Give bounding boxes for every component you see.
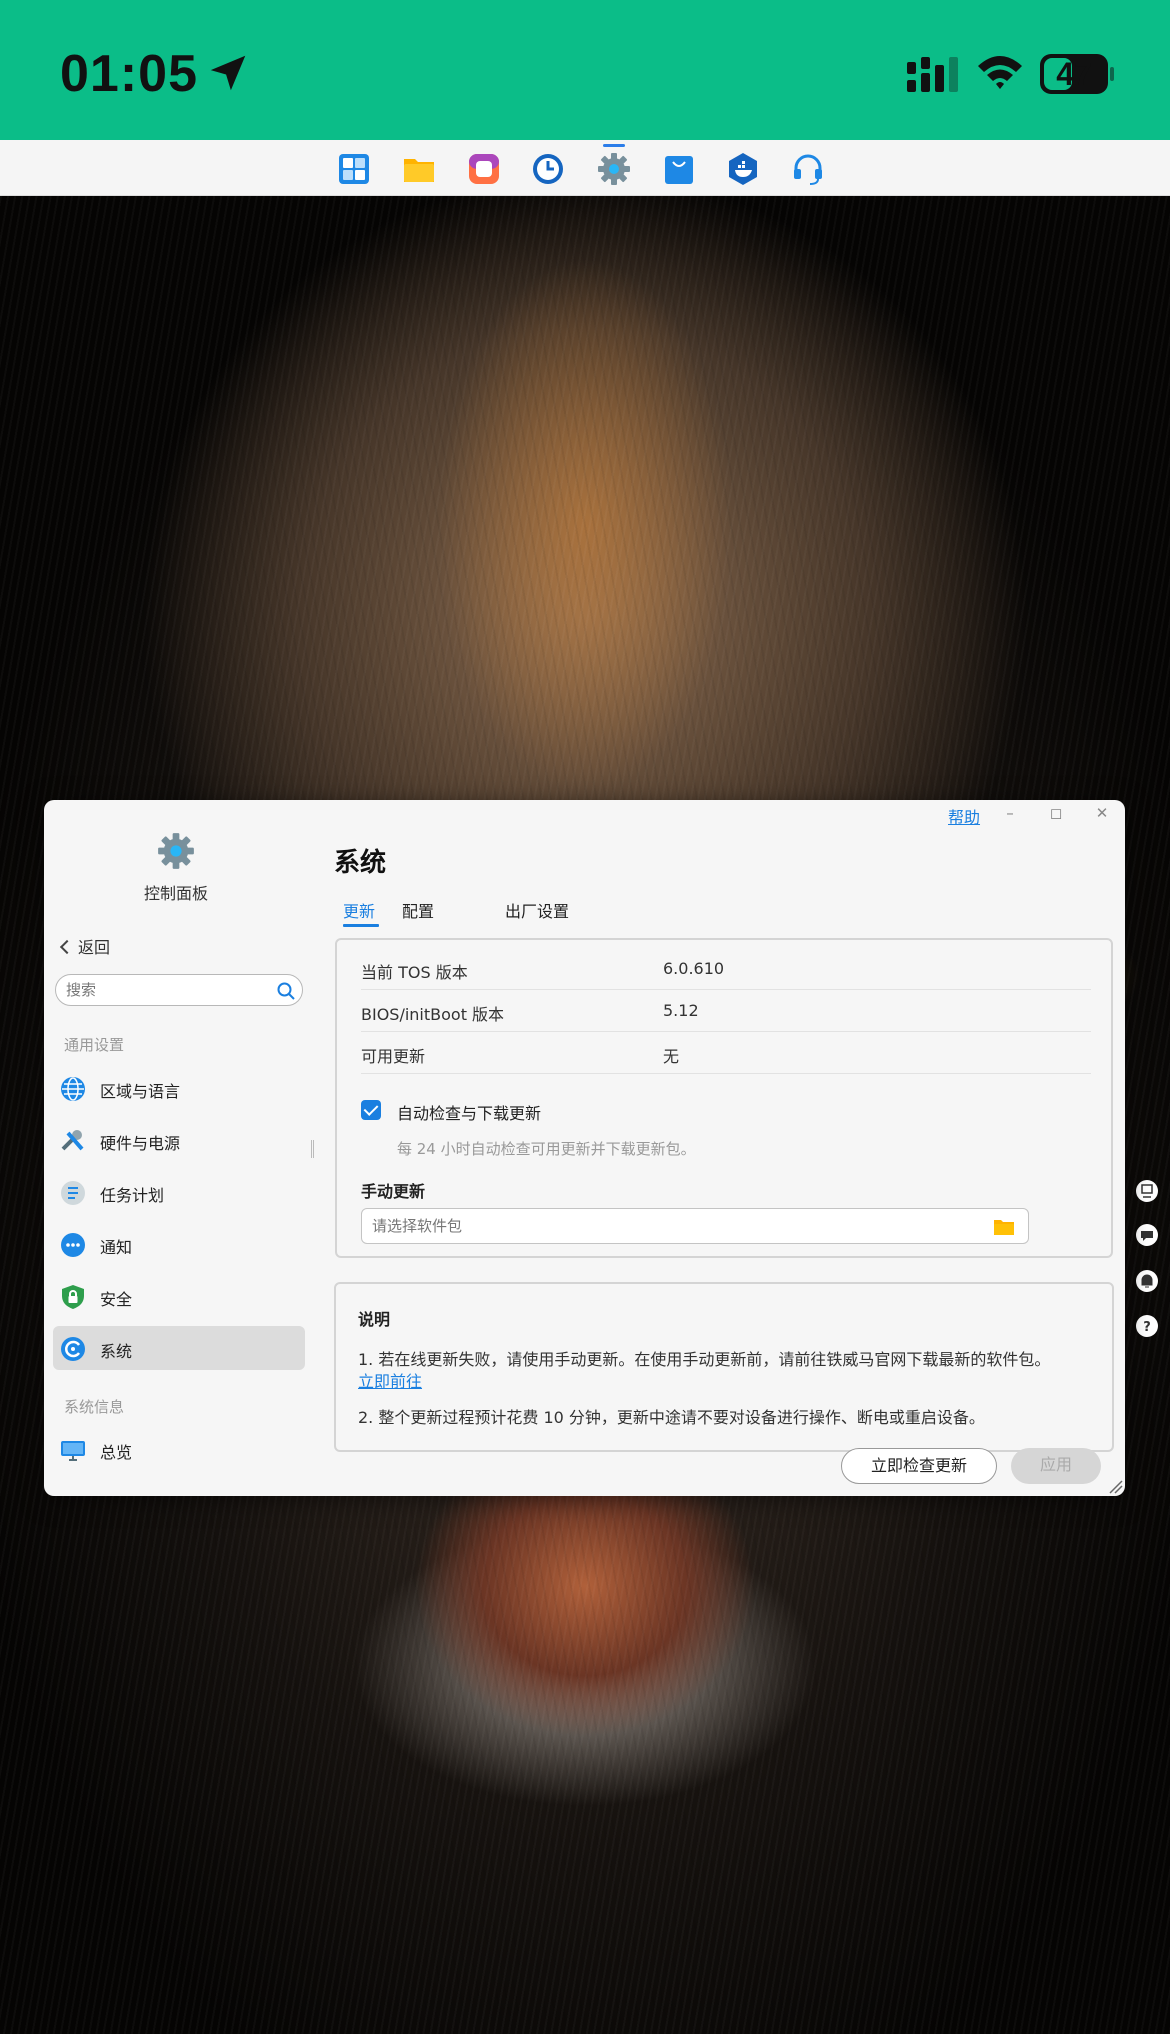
info-row-bios-version: BIOS/initBoot 版本 5.12 — [361, 990, 1091, 1032]
package-input[interactable] — [372, 1215, 972, 1237]
control-panel-window: 帮助 – ◻ ✕ 控制面板 返回 通用设置 区域与语言 硬件与电源 — [44, 800, 1125, 1496]
sidebar-item-system[interactable]: 系统 — [53, 1326, 305, 1370]
sidebar-item-hardware-power[interactable]: 硬件与电源 — [53, 1118, 305, 1162]
battery-level: 47 — [1056, 56, 1092, 92]
active-tab-indicator — [343, 924, 379, 927]
info-row-available-update: 可用更新 无 — [361, 1032, 1091, 1074]
note-line-2: 2. 整个更新过程预计花费 10 分钟，更新中途请不要对设备进行操作、断电或重启… — [358, 1408, 985, 1427]
sidebar-item-security[interactable]: 安全 — [53, 1274, 305, 1318]
cellular-signal-icon — [907, 57, 958, 92]
chevron-left-icon — [59, 939, 75, 955]
sidebar: 控制面板 返回 通用设置 区域与语言 硬件与电源 任务计划 通知 安全 — [44, 800, 305, 1496]
main-content: 系统 更新 配置 出厂设置 当前 TOS 版本 6.0.610 BIOS/ini… — [334, 800, 1125, 1496]
tools-icon — [61, 1130, 84, 1151]
check-update-button[interactable]: 立即检查更新 — [841, 1448, 997, 1484]
message-icon[interactable] — [1134, 1222, 1160, 1248]
location-arrow-icon — [210, 55, 246, 91]
status-time: 01:05 — [60, 45, 198, 103]
section-system-info: 系统信息 — [64, 1398, 125, 1416]
sidebar-title: 控制面板 — [143, 884, 208, 903]
control-panel-gear-icon — [158, 833, 194, 869]
docker-icon[interactable] — [726, 152, 760, 186]
battery-icon: 47 — [1040, 54, 1114, 94]
sidebar-item-label: 通知 — [100, 1238, 133, 1257]
search-box[interactable] — [55, 974, 303, 1006]
bell-icon[interactable] — [1134, 1268, 1160, 1294]
info-key: 当前 TOS 版本 — [361, 963, 468, 982]
go-now-link[interactable]: 立即前往 — [358, 1368, 422, 1392]
system-update-icon — [61, 1337, 85, 1361]
manual-update-label: 手动更新 — [361, 1182, 426, 1201]
control-panel-gear-icon[interactable] — [597, 152, 631, 186]
notes-panel: 说明 1. 若在线更新失败，请使用手动更新。在使用手动更新前，请前往铁威马官网下… — [334, 1282, 1114, 1452]
sidebar-item-notifications[interactable]: 通知 — [53, 1222, 305, 1266]
info-key: BIOS/initBoot 版本 — [361, 1005, 505, 1024]
sidebar-resize-handle[interactable] — [311, 1140, 314, 1158]
auto-update-label[interactable]: 自动检查与下载更新 — [397, 1100, 541, 1124]
status-bar: 01:05 47 — [0, 0, 1170, 140]
sidebar-item-label: 系统 — [100, 1342, 133, 1361]
sidebar-item-overview[interactable]: 总览 — [53, 1427, 305, 1471]
sidebar-item-task-schedule[interactable]: 任务计划 — [53, 1170, 305, 1214]
page-title: 系统 — [334, 848, 387, 878]
note-line-1: 1. 若在线更新失败，请使用手动更新。在使用手动更新前，请前往铁威马官网下载最新… — [358, 1350, 1051, 1369]
info-key: 可用更新 — [361, 1047, 426, 1066]
active-app-indicator — [603, 144, 625, 147]
monitor-icon — [61, 1441, 85, 1461]
photos-icon[interactable] — [467, 152, 501, 186]
wifi-icon — [978, 56, 1022, 89]
support-headset-icon[interactable] — [791, 152, 825, 186]
task-list-icon — [61, 1181, 85, 1205]
sidebar-item-label: 区域与语言 — [100, 1082, 181, 1101]
sidebar-item-label: 硬件与电源 — [100, 1134, 181, 1153]
search-input[interactable] — [66, 979, 266, 1001]
notes-title: 说明 — [358, 1310, 391, 1329]
package-select-field[interactable] — [361, 1208, 1029, 1244]
help-icon[interactable]: ? — [1134, 1313, 1160, 1339]
info-row-tos-version: 当前 TOS 版本 6.0.610 — [361, 948, 1091, 990]
update-panel: 当前 TOS 版本 6.0.610 BIOS/initBoot 版本 5.12 … — [335, 938, 1113, 1258]
globe-icon — [61, 1077, 85, 1101]
resize-grip-icon[interactable] — [1107, 1478, 1123, 1494]
lock-shield-icon — [62, 1285, 84, 1309]
taskbar — [0, 140, 1170, 196]
auto-update-checkbox[interactable] — [361, 1100, 381, 1120]
backup-clock-icon[interactable] — [531, 152, 565, 186]
tab-factory-reset[interactable]: 出厂设置 — [505, 898, 569, 922]
search-icon[interactable] — [276, 981, 296, 1001]
back-label: 返回 — [78, 938, 111, 957]
store-bag-icon[interactable] — [662, 152, 696, 186]
tab-update[interactable]: 更新 — [343, 898, 375, 922]
auto-update-hint: 每 24 小时自动检查可用更新并下载更新包。 — [397, 1140, 696, 1158]
sidebar-item-label: 任务计划 — [100, 1186, 165, 1205]
tab-configuration[interactable]: 配置 — [402, 898, 434, 922]
folder-icon[interactable] — [994, 1218, 1014, 1235]
file-manager-icon[interactable] — [402, 152, 436, 186]
section-general-settings: 通用设置 — [64, 1036, 125, 1054]
info-value: 无 — [663, 1047, 680, 1066]
sidebar-item-label: 安全 — [100, 1290, 133, 1309]
chat-bubble-icon — [61, 1233, 85, 1257]
app-center-icon[interactable] — [337, 152, 371, 186]
info-value: 5.12 — [663, 1001, 699, 1020]
dashboard-icon[interactable] — [1134, 1178, 1160, 1204]
sidebar-item-region-language[interactable]: 区域与语言 — [53, 1066, 305, 1110]
sidebar-item-label: 总览 — [100, 1443, 133, 1462]
back-button[interactable]: 返回 — [58, 934, 110, 958]
svg-text:?: ? — [1143, 1320, 1151, 1335]
apply-button[interactable]: 应用 — [1011, 1448, 1101, 1484]
info-value: 6.0.610 — [663, 959, 725, 978]
